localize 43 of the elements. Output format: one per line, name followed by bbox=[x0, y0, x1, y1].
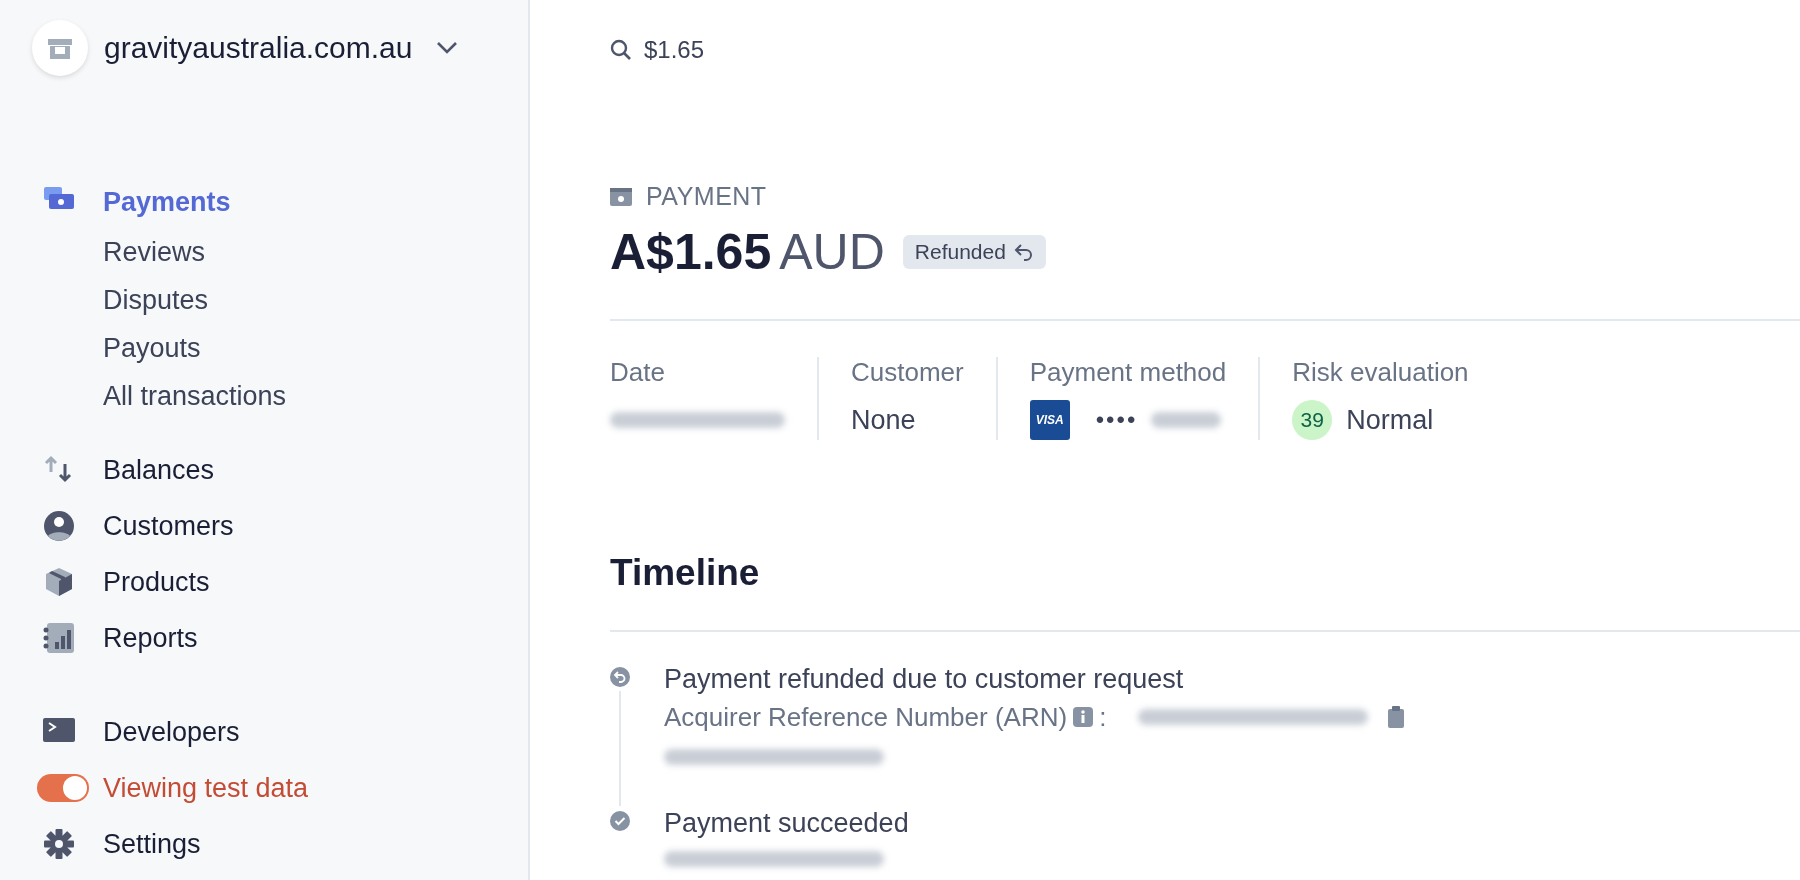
payment-amount: A$1.65 bbox=[610, 223, 772, 281]
nav-item[interactable]: Developers bbox=[103, 716, 240, 748]
check-circle-icon bbox=[610, 811, 630, 831]
status-text: Refunded bbox=[914, 240, 1006, 264]
card-number: •••• bbox=[1095, 406, 1138, 434]
separator-text: : bbox=[1099, 701, 1107, 734]
nav-subitem[interactable]: Disputes bbox=[103, 276, 209, 324]
nav-item[interactable]: Payments bbox=[103, 186, 231, 218]
detail-value: Normal bbox=[1346, 404, 1434, 436]
search-icon bbox=[610, 39, 632, 61]
info-icon bbox=[1073, 707, 1094, 727]
detail-label: Customer bbox=[851, 357, 964, 388]
event-detail: Acquirer Reference Number (ARN) bbox=[664, 701, 1068, 734]
chevron-down-icon bbox=[436, 41, 459, 55]
section-label: PAYMENT bbox=[646, 182, 767, 211]
currency-code: AUD bbox=[779, 223, 885, 281]
detail-label: Payment method bbox=[1029, 357, 1227, 388]
toggle-label: Viewing test data bbox=[103, 772, 309, 804]
detail-value: None bbox=[851, 404, 916, 436]
detail-label: Risk evaluation bbox=[1292, 357, 1469, 388]
risk-score: 39 bbox=[1292, 400, 1333, 440]
undo-arrow-icon bbox=[1013, 243, 1034, 261]
nav-item[interactable]: Products bbox=[103, 566, 210, 598]
nav-item[interactable]: Settings bbox=[103, 828, 201, 860]
card-brand-logo: VISA bbox=[1029, 400, 1070, 440]
clipboard-icon bbox=[1388, 706, 1405, 728]
nav-item[interactable]: Customers bbox=[103, 510, 234, 542]
person-icon bbox=[43, 510, 75, 542]
nav-subitem[interactable]: All transactions bbox=[103, 372, 287, 420]
nav-subitem[interactable]: Reviews bbox=[103, 228, 206, 276]
nav-subitem[interactable]: Payouts bbox=[103, 324, 201, 372]
event-title: Payment refunded due to customer request bbox=[664, 663, 1185, 696]
bar-chart-icon bbox=[43, 622, 75, 654]
section-heading: Timeline bbox=[610, 552, 1800, 632]
nav-item[interactable]: Reports bbox=[103, 622, 198, 654]
account-name[interactable]: gravityaustralia.com.au bbox=[104, 31, 413, 65]
payment-icon bbox=[610, 187, 632, 206]
event-title: Payment succeeded bbox=[664, 807, 909, 840]
detail-label: Date bbox=[610, 357, 666, 388]
toggle-switch[interactable] bbox=[37, 774, 89, 802]
box-icon bbox=[43, 566, 75, 598]
search-field[interactable]: $1.65 bbox=[644, 36, 944, 64]
nav-item[interactable]: Balances bbox=[103, 454, 215, 486]
